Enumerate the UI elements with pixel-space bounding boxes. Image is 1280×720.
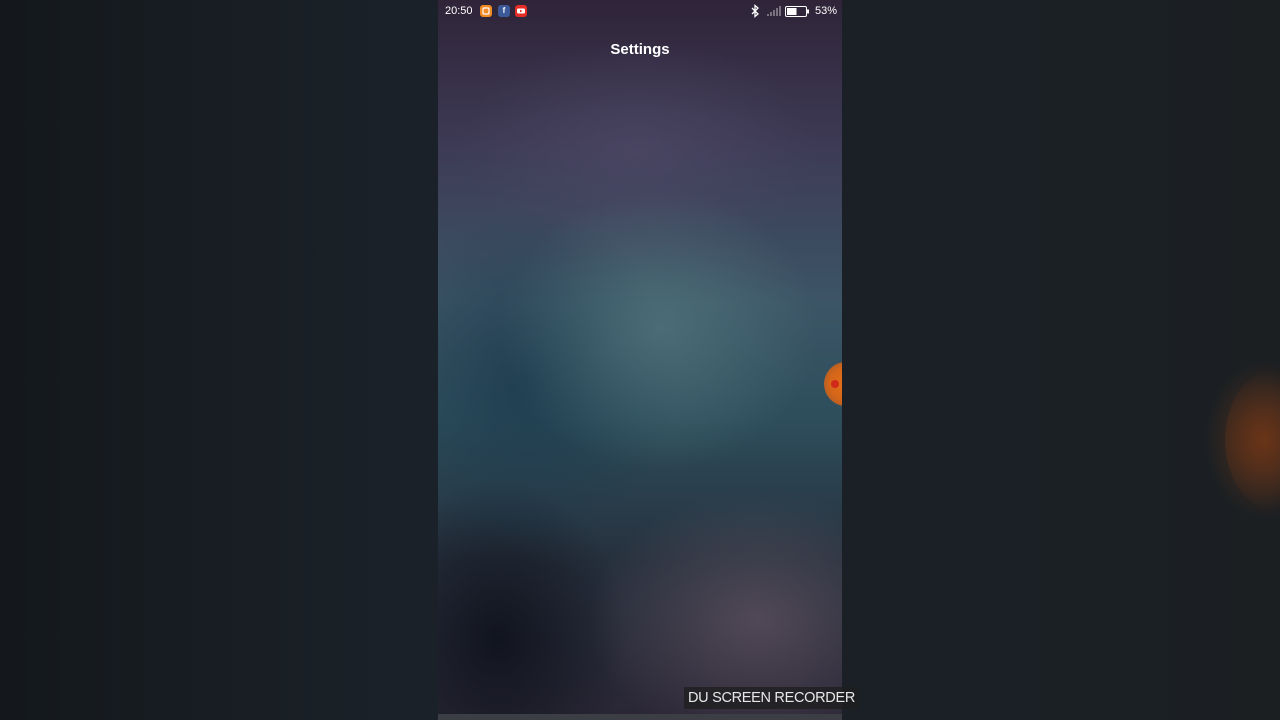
- bottom-wallpaper-strip: [438, 714, 842, 720]
- bluetooth-icon: [751, 4, 759, 18]
- recorder-watermark: DU SCREEN RECORDER: [684, 687, 860, 709]
- record-dot-icon: [831, 380, 839, 388]
- battery-icon: [785, 6, 809, 17]
- youtube-icon: [515, 5, 527, 17]
- phone-screen: 20:50 f 53% Settings: [438, 0, 842, 720]
- facebook-icon: f: [498, 5, 510, 17]
- status-bar: 20:50 f 53%: [438, 0, 842, 22]
- page-title: Settings: [610, 41, 670, 58]
- signal-icon: [767, 6, 781, 16]
- photo-app-icon: [480, 5, 492, 17]
- status-time: 20:50: [445, 5, 473, 17]
- du-recorder-bubble[interactable]: [824, 362, 842, 406]
- battery-percentage: 53%: [815, 5, 838, 17]
